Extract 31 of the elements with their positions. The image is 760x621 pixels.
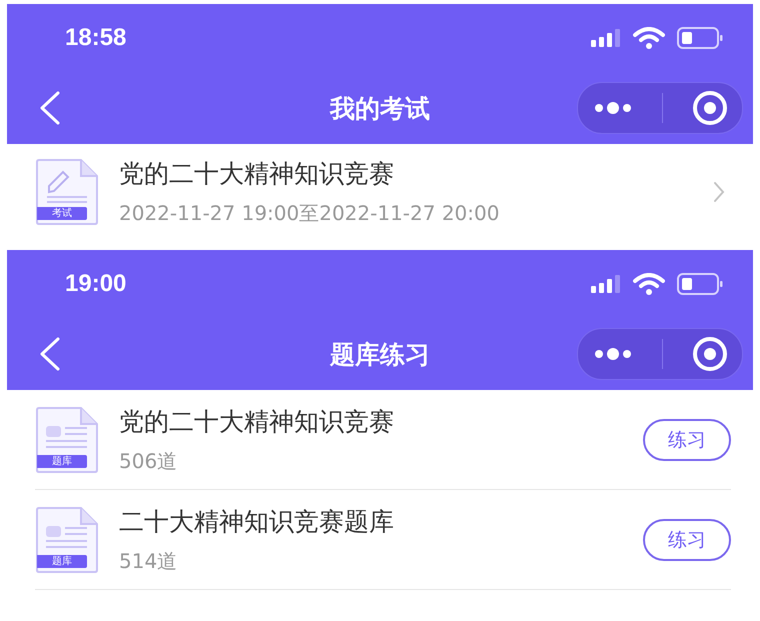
- icon-label: 题库: [37, 454, 87, 468]
- battery-icon: [677, 273, 723, 295]
- list-item[interactable]: 题库 二十大精神知识竞赛题库 514道 练习: [35, 490, 731, 590]
- item-title: 党的二十大精神知识竞赛: [119, 406, 395, 438]
- page-title: 题库练习: [330, 338, 430, 370]
- battery-icon: [677, 27, 723, 49]
- item-subtitle: 514道: [119, 548, 178, 574]
- close-icon[interactable]: [692, 336, 728, 372]
- list-item[interactable]: 考试 党的二十大精神知识竞赛 2022-11-27 19:00至2022-11-27 20:00: [35, 144, 731, 240]
- page-title: 我的考试: [330, 92, 430, 124]
- practice-button[interactable]: 练习: [643, 518, 731, 560]
- icon-label: 题库: [37, 554, 87, 568]
- chevron-right-icon: [713, 181, 725, 203]
- signal-icon: [591, 275, 621, 293]
- signal-icon: [591, 29, 621, 47]
- list-item[interactable]: 题库 党的二十大精神知识竞赛 506道 练习: [35, 390, 731, 490]
- wifi-icon: [633, 27, 665, 49]
- wifi-icon: [633, 273, 665, 295]
- more-icon[interactable]: [592, 347, 632, 361]
- item-title: 党的二十大精神知识竞赛: [119, 158, 395, 190]
- status-time: 18:58: [65, 24, 126, 52]
- item-subtitle: 2022-11-27 19:00至2022-11-27 20:00: [119, 200, 500, 227]
- back-icon[interactable]: [39, 337, 61, 371]
- status-time: 19:00: [65, 270, 126, 298]
- icon-label: 考试: [37, 207, 87, 220]
- item-title: 二十大精神知识竞赛题库: [119, 506, 395, 538]
- back-icon[interactable]: [39, 91, 61, 125]
- close-icon[interactable]: [692, 90, 728, 126]
- more-icon[interactable]: [592, 101, 632, 115]
- item-subtitle: 506道: [119, 448, 178, 474]
- practice-button[interactable]: 练习: [643, 418, 731, 460]
